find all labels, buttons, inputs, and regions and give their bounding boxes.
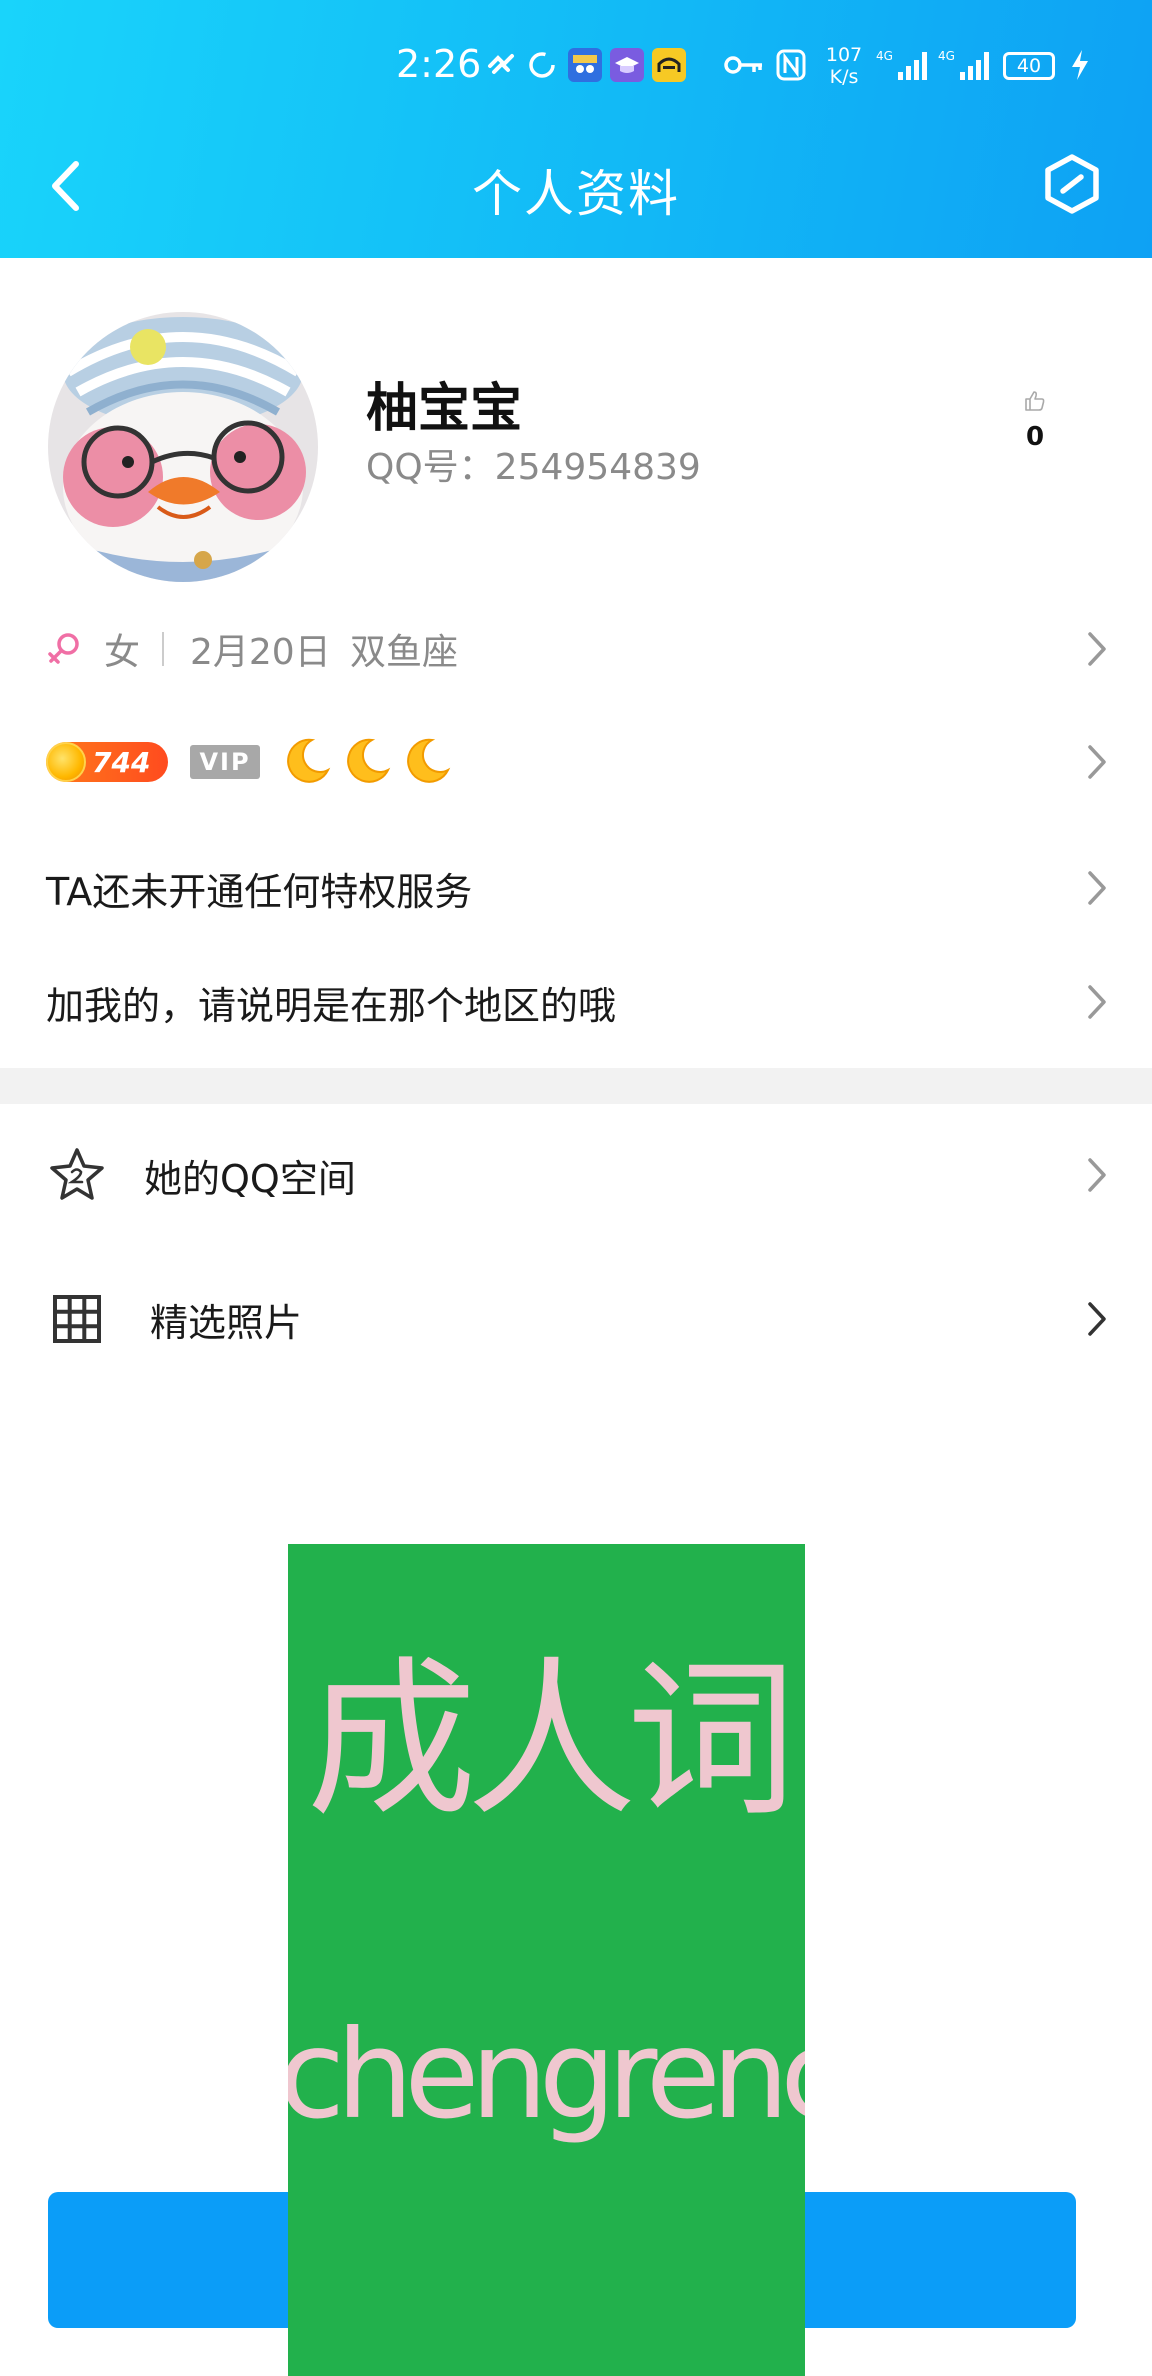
watermark-overlay: 成人词 chengrenci.com [288, 1544, 805, 2376]
link-icon [484, 48, 520, 82]
separator [162, 632, 164, 666]
nfc-icon [774, 48, 808, 82]
network-speed: 107 K/s [822, 44, 866, 88]
photos-label: 精选照片 [150, 1300, 303, 1345]
network-speed-unit: K/s [829, 66, 859, 88]
car-app-icon [652, 48, 686, 82]
zodiac-text: 双鱼座 [350, 632, 459, 673]
moon-icon [347, 738, 391, 783]
avatar[interactable] [48, 312, 318, 582]
signature-row[interactable]: 加我的，请说明是在那个地区的哦 [0, 962, 1152, 1042]
grid-icon [48, 1290, 106, 1348]
like-button[interactable]: 0 [1010, 390, 1060, 452]
like-count: 0 [1025, 422, 1045, 452]
chevron-right-icon [1082, 868, 1112, 908]
watermark-url: chengrenci.com [288, 2004, 805, 2146]
vip-badge: VIP [190, 745, 260, 779]
status-bar: 2:26 107 K/s 4G 4G 40 [0, 30, 1152, 100]
moon-icon [407, 738, 451, 783]
chevron-right-icon [1082, 982, 1112, 1022]
battery-indicator: 40 [1003, 52, 1055, 80]
signal-icon-2: 4G [938, 48, 994, 82]
privilege-text: TA还未开通任何特权服务 [46, 869, 473, 914]
qq-number: QQ号：254954839 [366, 447, 701, 488]
header: 2:26 107 K/s 4G 4G 40 个人资料 [0, 0, 1152, 258]
status-time: 2:26 [396, 42, 482, 86]
privilege-row[interactable]: TA还未开通任何特权服务 [0, 848, 1152, 928]
birthday-text: 2月20日 [190, 632, 331, 673]
female-icon [46, 630, 84, 668]
chevron-right-icon [1082, 1299, 1112, 1339]
nav-bar: 个人资料 [0, 130, 1152, 240]
level-row[interactable]: 744 VIP [0, 722, 1152, 802]
level-badge: 744 [46, 742, 168, 782]
qzone-label: 她的QQ空间 [144, 1156, 356, 1201]
photos-row[interactable]: 精选照片 [0, 1274, 1152, 1364]
signal-label: 4G [876, 49, 893, 63]
level-value: 744 [92, 745, 151, 779]
network-speed-value: 107 [825, 44, 863, 66]
moon-icon [287, 738, 331, 783]
qzone-row[interactable]: 她的QQ空间 [0, 1130, 1152, 1220]
charging-icon [1068, 48, 1092, 82]
signal-label-2: 4G [938, 49, 955, 63]
section-divider [0, 1068, 1152, 1104]
thumbs-up-icon [1025, 391, 1045, 411]
graduation-cap-icon [610, 48, 644, 82]
settings-button[interactable] [1040, 152, 1104, 216]
chevron-right-icon [1082, 1155, 1112, 1195]
gender-text: 女 [104, 632, 141, 673]
star-icon [48, 1146, 106, 1204]
chevron-right-icon [1082, 629, 1112, 669]
chevron-right-icon [1082, 742, 1112, 782]
page-title: 个人资料 [472, 165, 680, 223]
basic-info-row[interactable]: 女 2月20日 双鱼座 [0, 612, 1152, 686]
signal-icon: 4G [876, 48, 932, 82]
nickname: 柚宝宝 [366, 379, 523, 439]
hexagon-settings-icon [1045, 154, 1099, 214]
key-icon [722, 48, 766, 82]
loading-icon [524, 48, 560, 82]
signature-text: 加我的，请说明是在那个地区的哦 [46, 983, 617, 1028]
coin-icon [46, 742, 86, 782]
battery-level: 40 [1016, 55, 1042, 77]
watermark-chinese: 成人词 [306, 1642, 796, 1840]
app-notification-icon [568, 48, 602, 82]
